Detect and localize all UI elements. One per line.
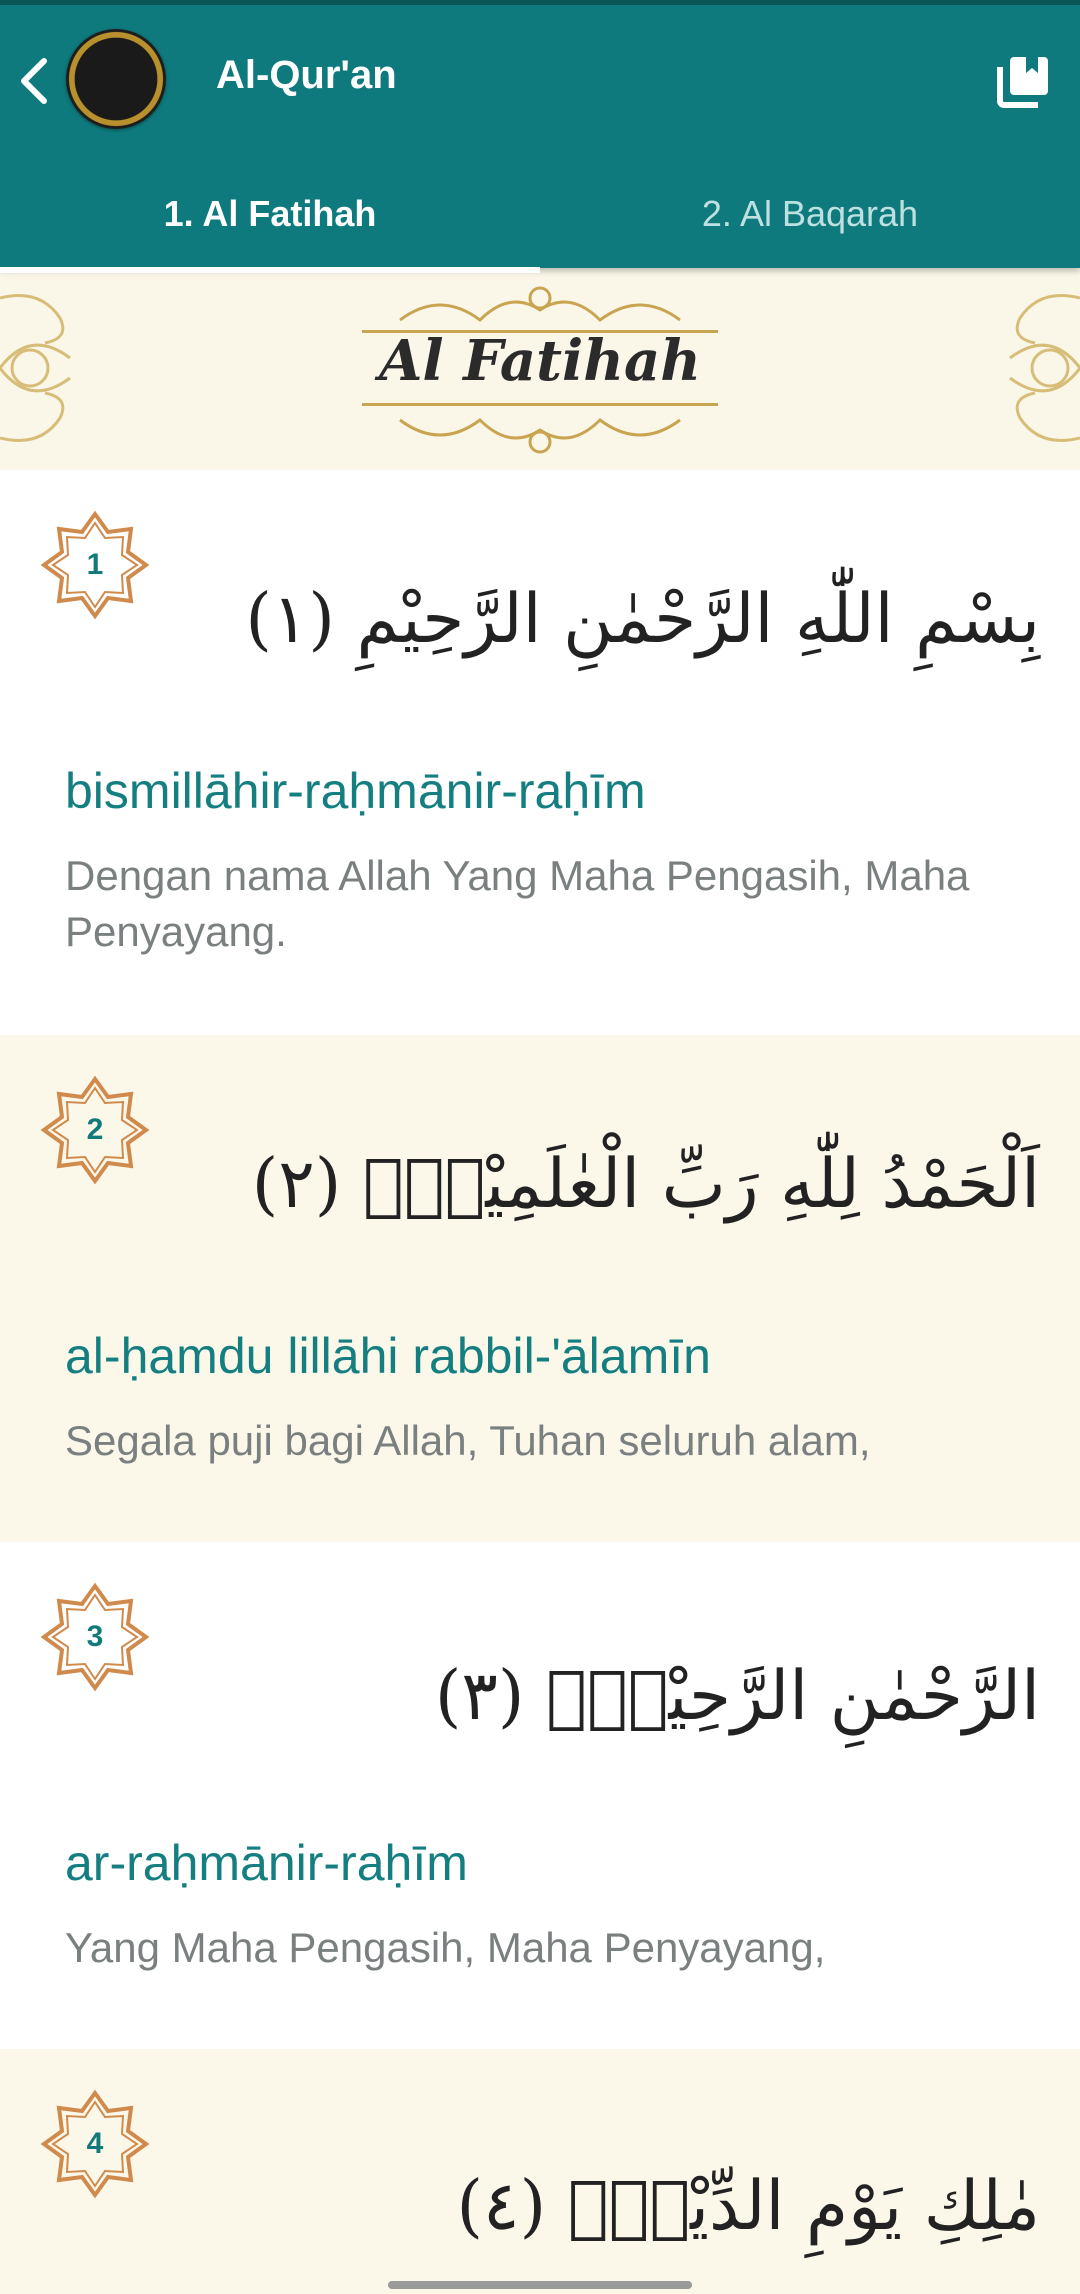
back-button[interactable] [8,45,60,117]
top-ornament-icon [399,286,681,322]
verse-number: 4 [86,2127,104,2160]
verse-translation: Dengan nama Allah Yang Maha Pengasih, Ma… [65,852,970,955]
verse-latin: bismillāhir-raḥmānir-raḥīm [65,763,646,819]
verse-number: 1 [86,548,104,581]
bookmarks-icon [997,57,1048,108]
surah-banner: Al Fatihah [0,268,1080,470]
home-indicator[interactable] [388,2281,692,2289]
quran-logo-icon [66,29,166,129]
surah-title: Al Fatihah [378,328,702,394]
chevron-left-icon [21,58,47,104]
verse-translation: Yang Maha Pengasih, Maha Penyayang, [65,1924,826,1971]
bottom-ornament-icon [399,418,681,454]
verse-latin: al-ḥamdu lillāhi rabbil-'ālamīn [65,1328,711,1384]
verse-number: 3 [86,1620,104,1653]
verse-arabic: اَلْحَمْدُ لِلّٰهِ رَبِّ الْعٰلَمِيْنَۙ … [251,1145,1040,1224]
verse-arabic: الرَّحْمٰنِ الرَّحِيْمِۙ (٣) [434,1657,1040,1736]
verse-latin: ar-raḥmānir-raḥīm [65,1835,468,1891]
verse-arabic: مٰلِكِ يَوْمِ الدِّيْنِۗ (٤) [456,2167,1041,2246]
verse-number: 2 [86,1113,104,1146]
verse-item[interactable]: 2 اَلْحَمْدُ لِلّٰهِ رَبِّ الْعٰلَمِيْنَ… [0,1035,1080,1542]
verse-arabic: بِسْمِ اللّٰهِ الرَّحْمٰنِ الرَّحِيْمِ (… [245,580,1040,659]
app-bar: Al-Qur'an 1. Al Fatihah 2. Al Baqarah [0,0,1080,273]
verse-translation: Segala puji bagi Allah, Tuhan seluruh al… [65,1417,871,1464]
verse-item[interactable]: 4 مٰلِكِ يَوْمِ الدِّيْنِۗ (٤) [0,2049,1080,2294]
app-title: Al-Qur'an [216,53,397,97]
bookmarks-button[interactable] [996,53,1052,109]
tab-al-fatihah[interactable]: 1. Al Fatihah [0,155,540,273]
divider [362,403,718,406]
verse-item[interactable]: 1 بِسْمِ اللّٰهِ الرَّحْمٰنِ الرَّحِيْمِ… [0,470,1080,1035]
tab-al-baqarah[interactable]: 2. Al Baqarah [540,155,1080,273]
verse-item[interactable]: 3 الرَّحْمٰنِ الرَّحِيْمِۙ (٣) ar-raḥmān… [0,1542,1080,2049]
surah-tabs: 1. Al Fatihah 2. Al Baqarah [0,155,1080,273]
